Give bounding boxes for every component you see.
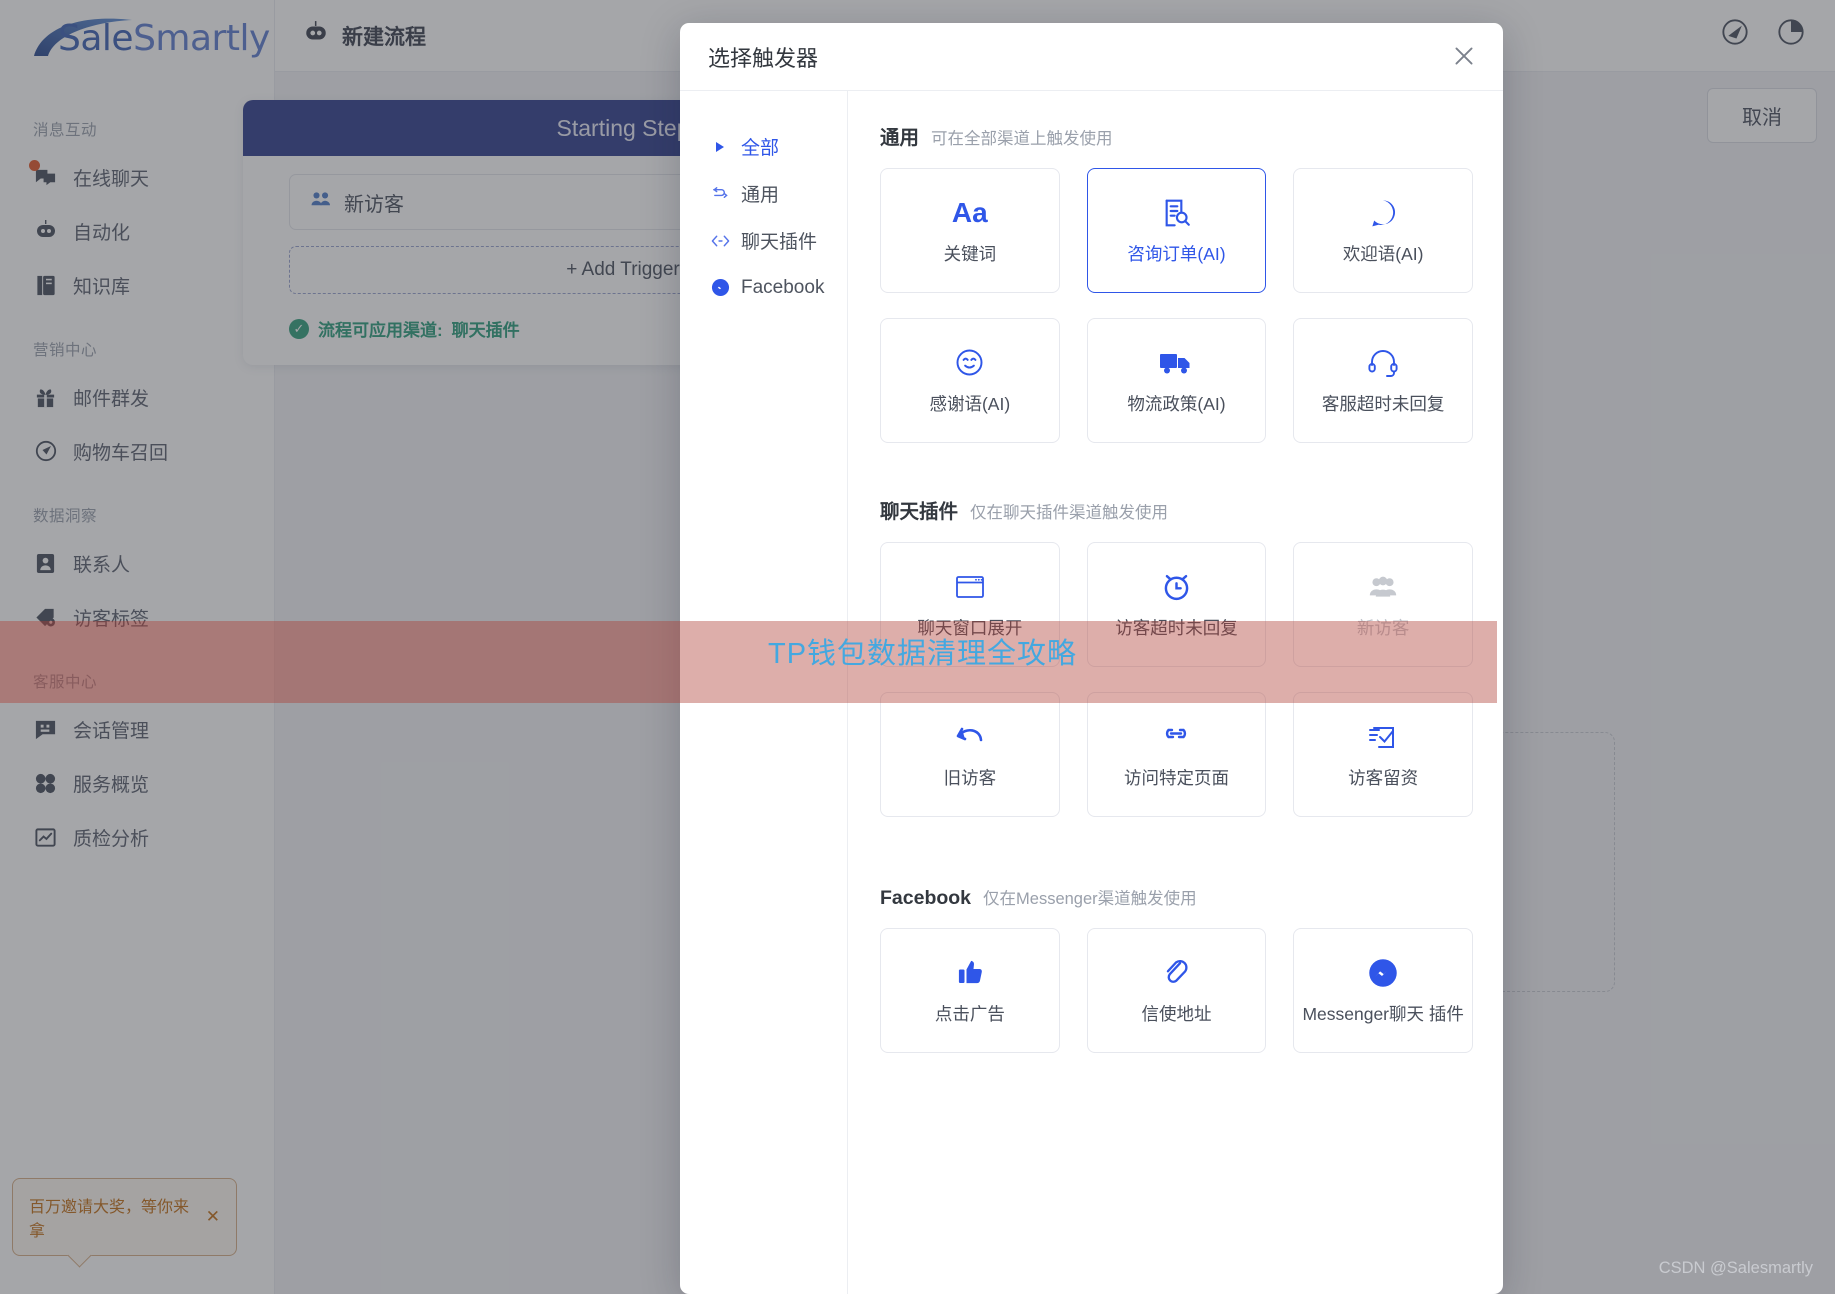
section-subtitle: 仅在Messenger渠道触发使用 [983, 890, 1197, 908]
trigger-card-label: 访客超时未回复 [1115, 617, 1238, 638]
trigger-card-agent-timeout[interactable]: 客服超时未回复 [1293, 318, 1473, 443]
link-icon [1159, 720, 1193, 754]
section-header-chat-plugin: 聊天插件 仅在聊天插件渠道触发使用 [880, 495, 1473, 524]
thumbs-up-icon [956, 956, 984, 990]
trigger-card-visit-specific-page[interactable]: 访问特定页面 [1086, 692, 1267, 817]
trigger-card-label: 聊天窗口展开 [917, 617, 1023, 638]
modal-nav-item-general[interactable]: 通用 [710, 170, 847, 217]
document-search-icon [1160, 196, 1192, 230]
section-title: 聊天插件 [880, 501, 959, 523]
trigger-grid-general: Aa 关键词 咨询订单(AI) Hi 欢迎语(AI) 感谢语(AI) 物流政策(… [880, 168, 1473, 443]
modal-nav-item-facebook[interactable]: Facebook [710, 264, 847, 311]
modal-title: 选择触发器 [708, 45, 819, 71]
trigger-card-label: 咨询订单(AI) [1127, 243, 1226, 264]
trigger-card-label: 感谢语(AI) [929, 393, 1011, 414]
trigger-card-keyword[interactable]: Aa 关键词 [880, 168, 1060, 293]
new-visitors-icon [1367, 570, 1399, 604]
trigger-card-label: 客服超时未回复 [1321, 393, 1445, 414]
trigger-card-label: 欢迎语(AI) [1342, 243, 1424, 264]
modal-body: 全部 通用 聊天插件 Facebook 通用 可在全部渠道上触发使用 Aa 关键… [680, 91, 1503, 1294]
truck-icon [1159, 346, 1193, 380]
section-subtitle: 仅在聊天插件渠道触发使用 [970, 504, 1169, 522]
trigger-card-visitor-lead-form[interactable]: 访客留资 [1293, 692, 1473, 817]
code-arrows-icon [710, 234, 730, 248]
messenger-icon [710, 278, 730, 297]
trigger-card-label: Messenger聊天 插件 [1302, 1003, 1464, 1024]
modal-trigger-list: 通用 可在全部渠道上触发使用 Aa 关键词 咨询订单(AI) Hi 欢迎语(AI… [848, 91, 1503, 1294]
modal-nav-item-chat-plugin[interactable]: 聊天插件 [710, 217, 847, 264]
hi-bubble-icon: Hi [1367, 196, 1399, 230]
section-title: 通用 [880, 127, 920, 149]
modal-category-nav: 全部 通用 聊天插件 Facebook [680, 91, 848, 1294]
trigger-card-label: 信使地址 [1141, 1003, 1212, 1024]
trigger-card-visitor-timeout[interactable]: 访客超时未回复 [1086, 542, 1267, 667]
headset-icon [1367, 346, 1399, 380]
trigger-card-label: 访客留资 [1348, 767, 1419, 788]
messenger-icon [1368, 956, 1398, 990]
return-arrow-icon [954, 720, 986, 754]
section-subtitle: 可在全部渠道上触发使用 [931, 130, 1113, 148]
trigger-card-label: 物流政策(AI) [1127, 393, 1226, 414]
section-header-facebook: Facebook 仅在Messenger渠道触发使用 [880, 885, 1473, 910]
modal-nav-item-label: Facebook [741, 276, 825, 298]
svg-text:Hi: Hi [1376, 208, 1390, 220]
trigger-card-messenger-address[interactable]: 信使地址 [1086, 928, 1267, 1053]
alarm-clock-icon [1161, 570, 1192, 604]
trigger-card-label: 点击广告 [934, 1003, 1005, 1024]
shuffle-icon [710, 184, 730, 203]
trigger-card-order-inquiry-ai[interactable]: 咨询订单(AI) [1086, 168, 1267, 293]
smile-face-icon [954, 346, 985, 380]
aa-text-icon: Aa [951, 196, 988, 228]
trigger-card-new-visitor: 新访客 [1293, 542, 1473, 667]
triangle-right-icon [710, 141, 730, 153]
close-icon[interactable] [1451, 43, 1479, 71]
modal-header: 选择触发器 [680, 23, 1503, 91]
form-check-icon [1367, 720, 1399, 754]
paperclip-link-icon [1162, 956, 1190, 990]
modal-nav-item-label: 聊天插件 [741, 232, 818, 253]
modal-nav-item-label: 通用 [741, 185, 780, 206]
trigger-grid-facebook: 点击广告 信使地址 Messenger聊天 插件 [880, 928, 1473, 1053]
trigger-grid-chat-plugin: 聊天窗口展开 访客超时未回复 新访客 旧访客 访问特定页面 访客留资 [880, 542, 1473, 817]
trigger-card-returning-visitor[interactable]: 旧访客 [880, 692, 1060, 817]
window-icon [955, 570, 985, 604]
modal-nav-item-label: 全部 [741, 138, 780, 159]
modal-nav-item-all[interactable]: 全部 [710, 123, 847, 170]
trigger-card-logistics-ai[interactable]: 物流政策(AI) [1086, 318, 1267, 443]
trigger-card-welcome-ai[interactable]: Hi 欢迎语(AI) [1293, 168, 1473, 293]
section-header-general: 通用 可在全部渠道上触发使用 [880, 121, 1473, 150]
trigger-card-label: 关键词 [943, 243, 997, 264]
screen-root: SaleSmartly 消息互动 在线聊天 自动化 知识库 营销中心 邮件群发 … [0, 0, 1835, 1294]
trigger-card-click-ad[interactable]: 点击广告 [880, 928, 1060, 1053]
section-title: Facebook [880, 887, 972, 909]
trigger-card-thanks-ai[interactable]: 感谢语(AI) [880, 318, 1060, 443]
trigger-card-label: 旧访客 [943, 767, 997, 788]
trigger-card-label: 新访客 [1356, 617, 1410, 638]
trigger-card-messenger-chat-plugin[interactable]: Messenger聊天 插件 [1293, 928, 1473, 1053]
select-trigger-modal: 选择触发器 全部 通用 聊天插件 Facebook 通用 可在全部渠道上触发使用… [680, 23, 1503, 1294]
trigger-card-label: 访问特定页面 [1123, 767, 1229, 788]
trigger-card-chat-window-open[interactable]: 聊天窗口展开 [880, 542, 1060, 667]
